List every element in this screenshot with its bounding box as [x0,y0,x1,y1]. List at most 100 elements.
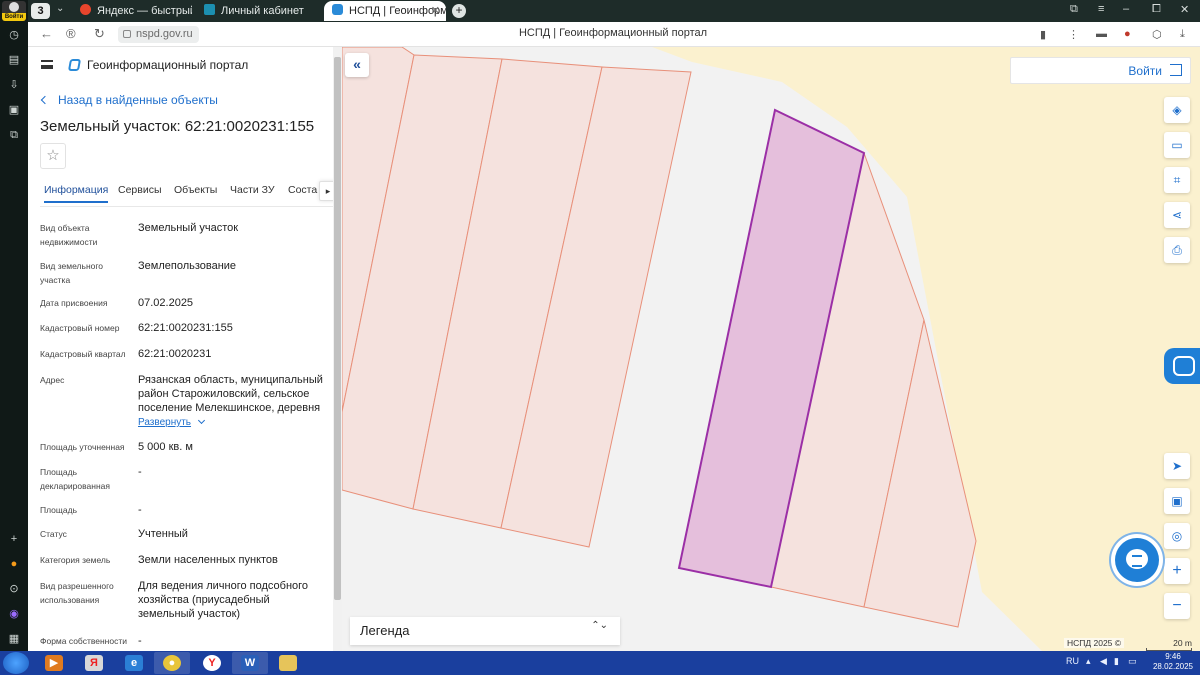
field-key: Вид объекта недвижимости [40,223,98,247]
minimap-button[interactable]: ▣ [1164,488,1190,514]
field-value: 5 000 кв. м [138,441,193,453]
window-close-icon[interactable]: ✕ [1180,3,1189,16]
new-tab-button[interactable]: + [452,4,466,18]
minimize-icon[interactable]: – [1123,3,1129,15]
start-button[interactable] [3,652,29,674]
field-value: Рязанская область, муниципальный район С… [138,374,323,414]
field-key: Площадь [40,505,78,515]
bookmark-icon[interactable]: ▮ [1040,28,1046,41]
action-center-icon[interactable]: ▭ [1128,656,1137,667]
tab-groups-icon[interactable]: ▣ [7,103,21,117]
locate-button[interactable]: ➤ [1164,453,1190,479]
chat-button[interactable] [1115,538,1159,582]
protect-icon[interactable]: ® [66,27,76,41]
more-panel-icon[interactable]: ▦ [7,632,21,646]
tab-parts[interactable]: Части ЗУ [230,184,275,196]
tray-arrow-icon[interactable]: ▴ [1086,656,1091,667]
back-arrow-icon[interactable]: ← [40,27,53,41]
network-icon[interactable]: ▮ [1114,656,1119,667]
taskbar-chrome[interactable]: ● [154,652,190,674]
help-button[interactable] [1164,348,1200,384]
ruler-button[interactable]: ▭ [1164,132,1190,158]
taskbar-yandex-browser[interactable]: Y [194,652,230,674]
windows-taskbar: ▶ Я e ● Y W RU ▴ ◀ ▮ ▭ 9:46 28.02.2025 [0,651,1200,675]
expand-label: Развернуть [138,417,192,428]
portal-logo-icon [67,59,82,71]
favorite-button[interactable]: ☆ [40,143,66,169]
taskbar-yandex[interactable]: Я [76,652,112,674]
tabs-next-button[interactable]: ▸ [319,181,333,201]
back-label: Назад в найденные объекты [58,93,218,107]
double-chevron-left-icon: « [353,56,361,72]
tab-personal-account[interactable]: Личный кабинет [204,1,316,21]
profile-login-badge[interactable]: Войти [2,1,26,21]
extensions-icon[interactable]: ⬡ [1152,28,1162,41]
extension-icon[interactable]: ● [1124,28,1131,40]
field-value: Для ведения личного подсобного хозяйства… [138,580,309,620]
zoom-out-button[interactable]: − [1164,593,1190,619]
field-value: - [138,635,142,647]
tab-services[interactable]: Сервисы [118,184,162,196]
chevron-down-icon[interactable]: ⌄ [56,3,64,14]
close-icon[interactable]: ✕ [431,1,440,21]
login-icon [1170,64,1182,76]
messenger-icon[interactable]: ◉ [7,607,21,621]
tab-yandex[interactable]: Яндекс — быстрый поиск [80,1,192,21]
chat-icon [1126,549,1148,569]
back-to-results-link[interactable]: Назад в найденные объекты [40,93,218,107]
taskbar-media-player[interactable]: ▶ [36,652,72,674]
reload-icon[interactable]: ↻ [94,27,105,41]
more-icon[interactable]: ⋮ [1068,28,1079,41]
page-title: НСПД | Геоинформационный портал [518,27,708,39]
share-button[interactable]: ⋖ [1164,202,1190,228]
share-icon: ⋖ [1171,208,1183,222]
yandex-games-icon[interactable]: ● [7,557,21,571]
add-panel-icon[interactable]: + [7,532,21,546]
map-view[interactable]: « Войти ◈ ▭ ⌗ ⋖ ⎙ ➤ ▣ ◎ + − Легенда ⌃⌄ НС… [342,47,1200,651]
tab-information[interactable]: Информация [44,184,109,203]
screenshots-icon[interactable]: ⧉ [7,128,21,142]
alice-icon[interactable]: ⊙ [7,582,21,596]
taskbar-word[interactable]: W [232,652,268,674]
hamburger-menu-icon[interactable] [41,60,53,69]
cadastral-map[interactable] [342,47,1200,651]
downloads-icon[interactable]: ⇩ [7,78,21,92]
select-area-button[interactable]: ⌗ [1164,167,1190,193]
tab-nspd[interactable]: НСПД | Геоинформаци✕ [324,1,446,21]
restore-icon[interactable]: ⧠ [1152,3,1161,16]
scrollbar-thumb[interactable] [334,57,341,600]
language-indicator[interactable]: RU [1066,656,1079,666]
field-key: Категория земель [40,555,111,565]
print-icon: ⎙ [1172,243,1182,257]
vpn-icon[interactable]: ▬ [1096,28,1107,40]
taskbar-clock[interactable]: 9:46 28.02.2025 [1148,652,1198,672]
volume-icon[interactable]: ◀ [1100,656,1107,667]
field-value: 07.02.2025 [138,297,194,309]
bookmarks-icon[interactable]: ⧉ [1070,3,1078,16]
field-value: Землепользование [138,260,237,272]
layers-button[interactable]: ◈ [1164,97,1190,123]
collapse-panel-button[interactable]: « [345,53,369,77]
url-field[interactable]: nspd.gov.ru [118,26,199,43]
expand-address-link[interactable]: Развернуть [138,416,206,428]
login-button[interactable]: Войти [1010,57,1191,84]
collections-icon[interactable]: ▤ [7,53,21,67]
tab-composition[interactable]: Соста [288,184,317,196]
tab-count-button[interactable]: 3 [31,3,50,19]
panel-scrollbar[interactable] [333,47,342,651]
yandex-icon: Я [85,655,103,671]
account-tab-icon [204,4,215,15]
locate-icon: ➤ [1171,459,1183,473]
taskbar-ie[interactable]: e [116,652,152,674]
geolocation-button[interactable]: ◎ [1164,523,1190,549]
tab-objects[interactable]: Объекты [174,184,217,196]
menu-icon[interactable]: ≡ [1098,3,1104,15]
history-icon[interactable]: ◷ [7,28,21,42]
ie-icon: e [125,655,143,671]
download-icon[interactable]: ⤓ [1180,28,1185,41]
print-button[interactable]: ⎙ [1164,237,1190,263]
zoom-in-button[interactable]: + [1164,558,1190,584]
login-badge-label: Войти [2,13,26,21]
taskbar-explorer[interactable] [270,652,306,674]
legend-toggle[interactable]: Легенда ⌃⌄ [350,617,620,645]
